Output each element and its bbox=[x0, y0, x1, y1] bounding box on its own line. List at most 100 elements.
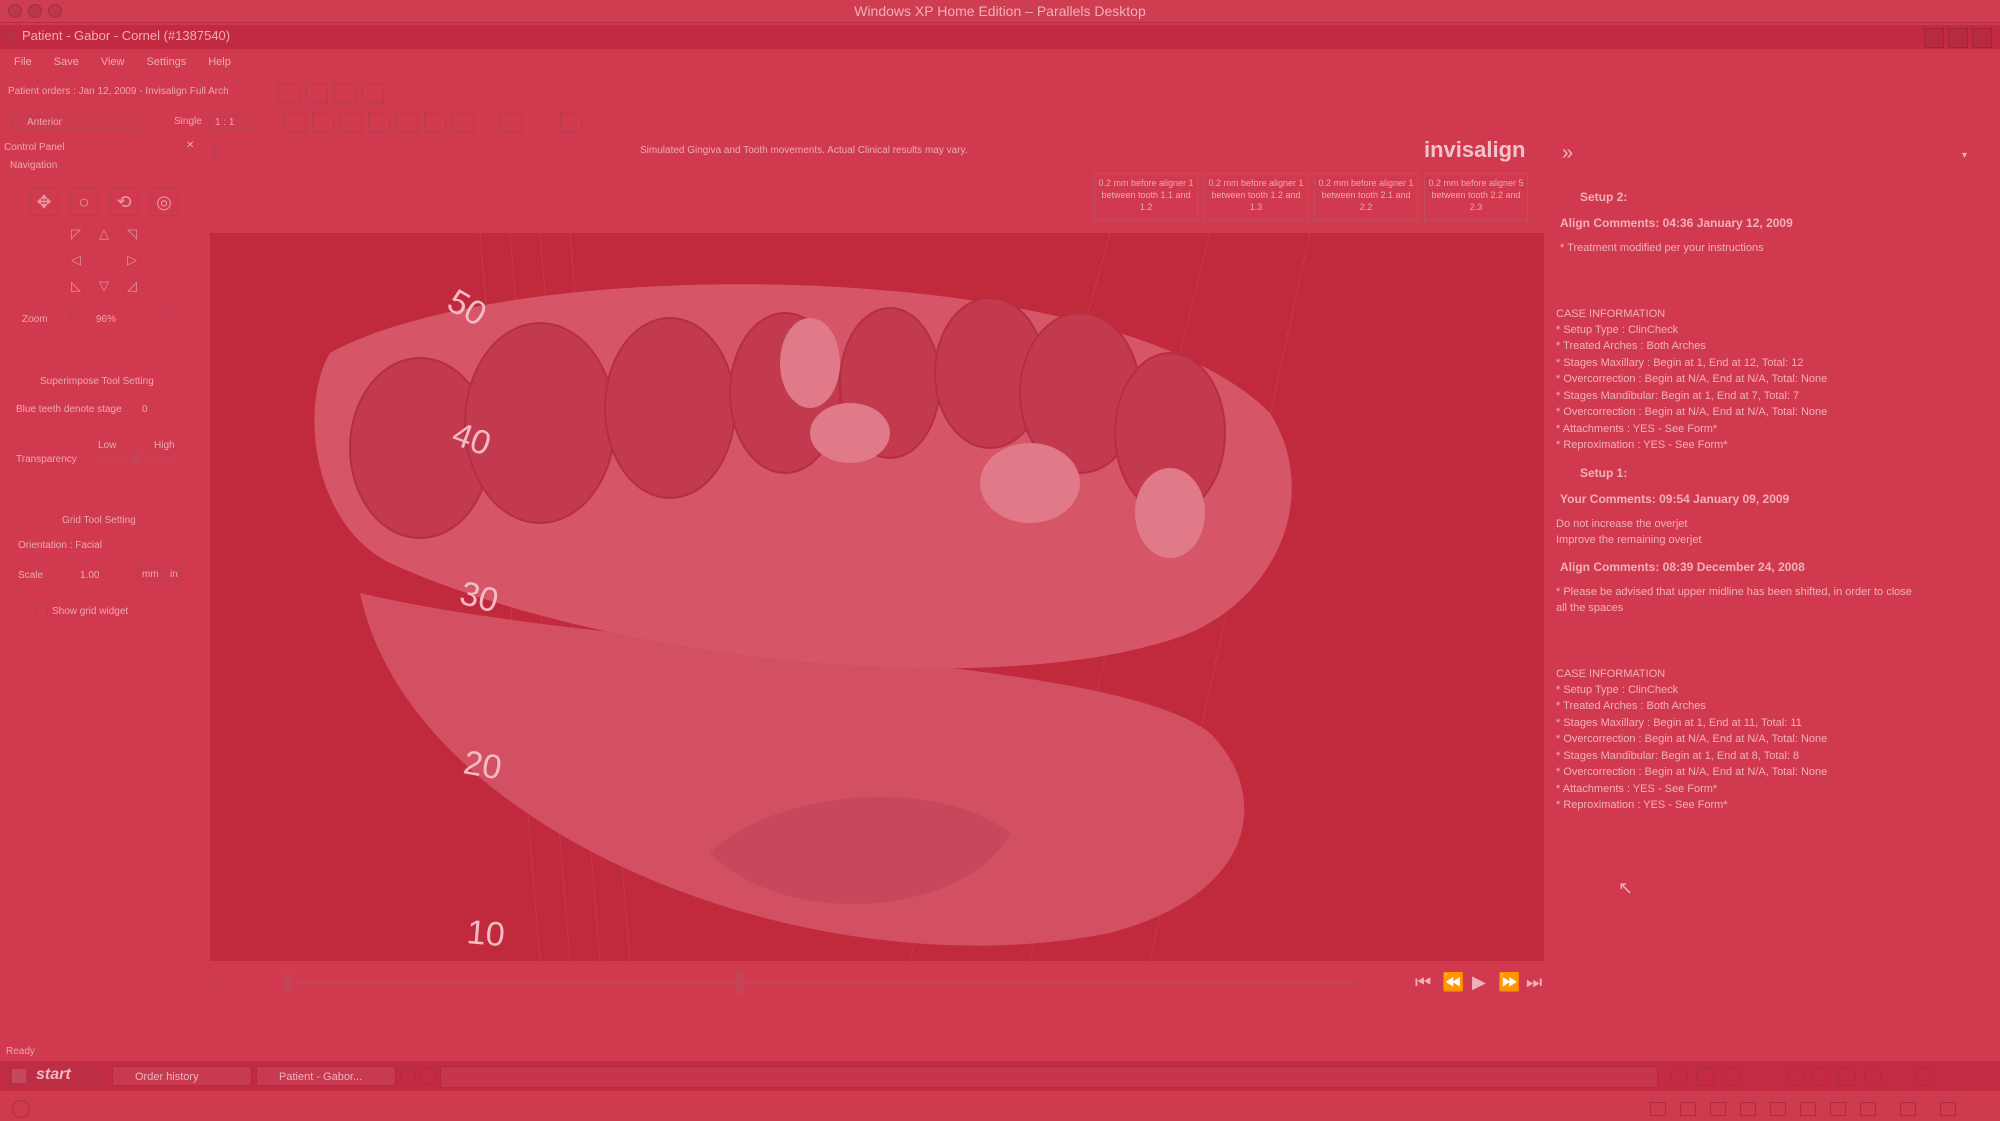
aligner-note-2[interactable]: 0.2 mm before aligner 1 between tooth 1.… bbox=[1204, 173, 1308, 221]
menu-view[interactable]: View bbox=[101, 56, 125, 68]
menu-file[interactable]: File bbox=[14, 56, 32, 68]
patient-orders-select[interactable]: Patient orders : Jan 12, 2009 - Invisali… bbox=[8, 86, 229, 97]
low-label: Low bbox=[98, 440, 117, 451]
address-bar[interactable] bbox=[440, 1066, 1658, 1088]
pan-tool-icon[interactable]: ✥ bbox=[30, 188, 58, 216]
overjet-icon[interactable] bbox=[396, 113, 418, 133]
unit-mm-button[interactable]: mm bbox=[138, 568, 163, 581]
setup1-title[interactable]: Setup 1: bbox=[1580, 466, 1627, 480]
device-icon[interactable] bbox=[1900, 1102, 1916, 1116]
timeline-start-handle[interactable] bbox=[284, 972, 292, 994]
mac-titlebar: Windows XP Home Edition – Parallels Desk… bbox=[0, 0, 2000, 23]
tooth-numbering-icon[interactable] bbox=[560, 113, 582, 133]
device-icon[interactable] bbox=[1800, 1102, 1816, 1116]
rotate-right-icon[interactable]: ▷ bbox=[124, 252, 140, 268]
play-icon[interactable]: ▶ bbox=[1472, 972, 1486, 993]
taskbar-item-patient[interactable]: Patient - Gabor... bbox=[256, 1066, 396, 1086]
zoom-value[interactable]: 96% bbox=[96, 314, 116, 325]
timeline-track[interactable] bbox=[288, 982, 1358, 984]
menu-settings[interactable]: Settings bbox=[146, 56, 186, 68]
panel-pin-icon[interactable]: ✕ bbox=[186, 140, 194, 151]
tray-icon[interactable] bbox=[1696, 1068, 1714, 1086]
rotate-down-icon[interactable]: ▽ bbox=[96, 278, 112, 294]
rotate-up-left-icon[interactable]: ◸ bbox=[68, 226, 84, 242]
zoom-out-button[interactable] bbox=[70, 312, 84, 326]
close-button[interactable] bbox=[1972, 28, 1992, 48]
zoom-in-button[interactable] bbox=[160, 312, 174, 326]
view-select[interactable]: Anterior bbox=[12, 116, 142, 129]
aligner-note-3[interactable]: 0.2 mm before aligner 1 between tooth 2.… bbox=[1314, 173, 1418, 221]
zoom-region-icon[interactable]: ◎ bbox=[150, 188, 178, 216]
rotate-up-right-icon[interactable]: ◹ bbox=[124, 226, 140, 242]
orientation-select[interactable]: Orientation : Facial bbox=[18, 540, 178, 552]
rotate-up-icon[interactable]: △ bbox=[96, 226, 112, 242]
maximize-button[interactable] bbox=[1948, 28, 1968, 48]
collapse-panel-icon[interactable]: » bbox=[1562, 142, 1573, 165]
tray-icon[interactable] bbox=[1864, 1068, 1882, 1086]
device-icon[interactable] bbox=[1710, 1102, 1726, 1116]
panel-menu-icon[interactable]: ▾ bbox=[1962, 150, 1967, 161]
order-tool-icon[interactable] bbox=[278, 83, 300, 103]
gear-icon[interactable] bbox=[12, 1100, 30, 1118]
device-icon[interactable] bbox=[1860, 1102, 1876, 1116]
tray-icon[interactable] bbox=[1916, 1068, 1934, 1086]
transparency-slider-thumb[interactable] bbox=[134, 452, 140, 464]
aligner-note-1[interactable]: 0.2 mm before aligner 1 between tooth 1.… bbox=[1094, 173, 1198, 221]
superimpose-title: Superimpose Tool Setting bbox=[40, 376, 154, 387]
zoom-tool-icon[interactable]: ○ bbox=[70, 188, 98, 216]
tray-icon[interactable] bbox=[1670, 1068, 1688, 1086]
case-info-title: CASE INFORMATION bbox=[1556, 308, 1666, 320]
timeline-current-handle[interactable] bbox=[736, 972, 744, 994]
first-stage-icon[interactable]: ⏮ bbox=[1415, 972, 1431, 993]
start-button[interactable]: start bbox=[4, 1064, 104, 1088]
tray-icon[interactable] bbox=[1812, 1068, 1830, 1086]
rotate-left-icon[interactable]: ◁ bbox=[68, 252, 84, 268]
tray-icon[interactable] bbox=[1838, 1068, 1856, 1086]
device-icon[interactable] bbox=[1770, 1102, 1786, 1116]
3d-viewport[interactable]: 50 40 30 20 10 bbox=[210, 233, 1544, 961]
occlusion-icon[interactable] bbox=[500, 113, 522, 133]
superimpose-icon[interactable] bbox=[452, 113, 474, 133]
upper-arch-icon[interactable] bbox=[284, 113, 306, 133]
scale-stepper[interactable]: 1.00 bbox=[80, 570, 99, 581]
lower-arch-icon[interactable] bbox=[312, 113, 334, 133]
dental-model-render[interactable]: 50 40 30 20 10 bbox=[210, 233, 1544, 961]
setup2-title[interactable]: Setup 2: bbox=[1580, 190, 1627, 204]
previous-stage-icon[interactable]: ⏪ bbox=[1442, 972, 1464, 993]
rotate-tool-icon[interactable]: ⟲ bbox=[110, 188, 138, 216]
quick-launch-icon[interactable] bbox=[420, 1068, 436, 1084]
taskbar-item-order-history[interactable]: Order history bbox=[112, 1066, 252, 1086]
compare-icon[interactable] bbox=[334, 83, 356, 103]
stage-timeline[interactable] bbox=[210, 970, 1544, 1000]
device-icon[interactable] bbox=[1680, 1102, 1696, 1116]
device-icon[interactable] bbox=[1650, 1102, 1666, 1116]
device-icon[interactable] bbox=[1740, 1102, 1756, 1116]
show-grid-checkbox[interactable] bbox=[36, 606, 48, 618]
your-comments: Your Comments: 09:54 January 09, 2009 bbox=[1560, 492, 1790, 506]
rotate-down-right-icon[interactable]: ◿ bbox=[124, 278, 140, 294]
unit-in-button[interactable]: in bbox=[166, 568, 182, 581]
both-arches-icon[interactable] bbox=[340, 113, 362, 133]
device-icon[interactable] bbox=[1940, 1102, 1956, 1116]
timeline-option-icon[interactable] bbox=[214, 974, 230, 990]
blue-teeth-stage-stepper[interactable]: 0 bbox=[142, 404, 148, 415]
aligner-note-4[interactable]: 0.2 mm before aligner 5 between tooth 2.… bbox=[1424, 173, 1528, 221]
rotate-down-left-icon[interactable]: ◺ bbox=[68, 278, 84, 294]
menu-save[interactable]: Save bbox=[54, 56, 79, 68]
display-select[interactable]: 1 : 1 bbox=[210, 116, 266, 129]
grid-icon[interactable] bbox=[424, 113, 446, 133]
grid-title: Grid Tool Setting bbox=[62, 515, 136, 526]
snapshot-icon[interactable] bbox=[214, 144, 230, 160]
tray-icon[interactable] bbox=[1722, 1068, 1740, 1086]
next-stage-icon[interactable]: ⏩ bbox=[1498, 972, 1520, 993]
minimize-button[interactable] bbox=[1924, 28, 1944, 48]
case-info-line: * Attachments : YES - See Form* bbox=[1556, 423, 1718, 435]
attachments-icon[interactable] bbox=[368, 113, 390, 133]
print-icon[interactable] bbox=[362, 83, 384, 103]
menu-help[interactable]: Help bbox=[208, 56, 231, 68]
show-desktop-icon[interactable] bbox=[400, 1068, 416, 1084]
device-icon[interactable] bbox=[1830, 1102, 1846, 1116]
tray-icon[interactable] bbox=[1786, 1068, 1804, 1086]
last-stage-icon[interactable]: ⏭ bbox=[1526, 972, 1542, 993]
refresh-icon[interactable] bbox=[306, 83, 328, 103]
